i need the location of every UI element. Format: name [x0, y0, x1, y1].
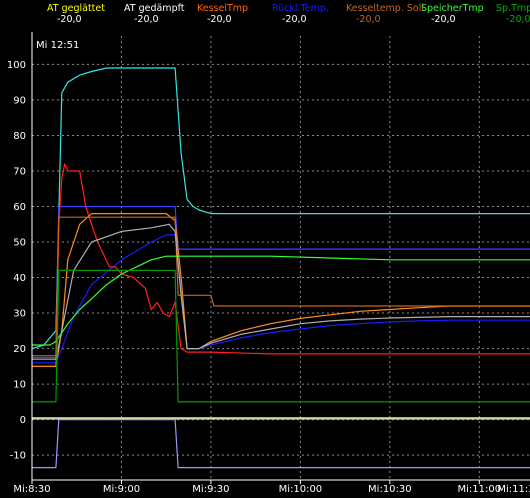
x-tick-label: Mi:11:3: [497, 484, 530, 495]
x-tick-label: Mi:9:00: [103, 484, 140, 495]
legend-entry-name: Rückl.Temp.: [272, 3, 329, 14]
x-tick-label: Mi:9:30: [192, 484, 229, 495]
y-tick-label: -10: [10, 451, 26, 462]
y-tick-label: 100: [7, 60, 26, 71]
cursor-label: Mi 12:51: [36, 40, 79, 51]
legend-entry-value: -20,0: [57, 14, 82, 25]
legend-entry-name: Kesseltemp. Soll: [346, 3, 424, 14]
legend-entry-name: KesselTmp: [197, 3, 248, 14]
legend-entry-value: -20,0: [282, 14, 307, 25]
legend-entry-value: -20,0: [431, 14, 456, 25]
x-tick-label: Mi:10:00: [279, 484, 323, 495]
y-tick-label: 70: [13, 166, 26, 177]
y-tick-label: 30: [13, 309, 26, 320]
legend-entry-value: -20,0: [506, 14, 530, 25]
legend-entry-value: -20,0: [134, 14, 159, 25]
legend-entry-name: Sp.Tmp: [496, 3, 530, 14]
x-tick-label: Mi:11:00: [458, 484, 502, 495]
y-tick-label: 40: [13, 273, 26, 284]
legend-entry-value: -20,0: [356, 14, 381, 25]
y-tick-label: 50: [13, 238, 26, 249]
y-tick-label: 10: [13, 380, 26, 391]
y-tick-label: 60: [13, 202, 26, 213]
legend-entry-name: AT geglättet: [47, 3, 105, 14]
y-tick-label: 0: [20, 415, 26, 426]
y-tick-label: 20: [13, 344, 26, 355]
legend-entry-value: -20,0: [207, 14, 232, 25]
x-tick-label: Mi:10:30: [368, 484, 412, 495]
legend-entry-name: AT gedämpft: [124, 3, 185, 14]
y-tick-label: 90: [13, 95, 26, 106]
chart: -10 0 10 20 30 40 50 60 70 80 90 100 Mi:8:30 Mi:9:00 M…: [0, 0, 530, 498]
x-tick-label: Mi:8:30: [13, 484, 50, 495]
legend-entry-name: SpeicherTmp: [421, 3, 484, 14]
y-tick-label: 80: [13, 131, 26, 142]
